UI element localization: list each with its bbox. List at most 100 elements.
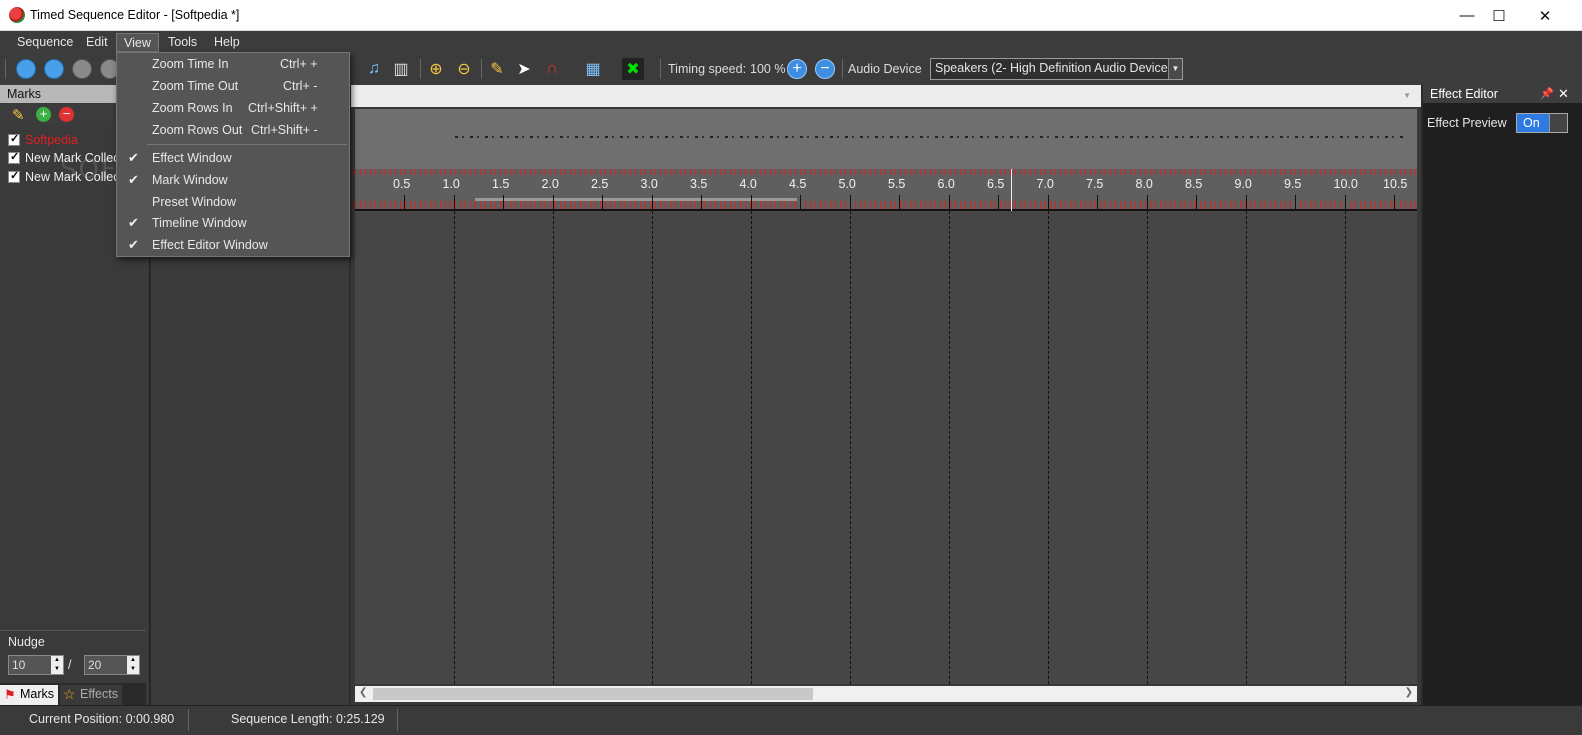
ruler-major-tick bbox=[503, 195, 504, 209]
effect-preview-label: Effect Preview bbox=[1427, 116, 1507, 130]
ruler-minor-ticks-top bbox=[355, 169, 1417, 175]
play-icon[interactable] bbox=[44, 59, 64, 79]
view-menu-dropdown: Zoom Time In Ctrl+ + Zoom Time Out Ctrl+… bbox=[116, 52, 350, 257]
timeline-grid[interactable] bbox=[355, 211, 1417, 684]
pencil-icon[interactable]: ✎ bbox=[486, 58, 508, 80]
star-icon: ☆ bbox=[63, 686, 76, 702]
speed-down-button[interactable]: − bbox=[815, 59, 835, 79]
ruler-tick-label: 8.5 bbox=[1185, 177, 1203, 191]
menu-item-zoom-time-out[interactable]: Zoom Time Out Ctrl+ - bbox=[117, 76, 349, 96]
scrollbar-thumb[interactable] bbox=[373, 688, 813, 700]
grid-line bbox=[552, 211, 554, 684]
pencil-icon[interactable]: ✎ bbox=[12, 106, 25, 124]
status-separator bbox=[397, 709, 398, 731]
app-icon bbox=[9, 7, 25, 23]
checkbox[interactable] bbox=[8, 150, 20, 164]
checkmark-icon: ✔ bbox=[128, 215, 139, 230]
effect-editor-panel: Effect Editor 📌 ✕ Effect Preview On bbox=[1423, 85, 1582, 705]
ruler-tick-label: 7.0 bbox=[1036, 177, 1054, 191]
window-title: Timed Sequence Editor - [Softpedia *] bbox=[30, 8, 240, 22]
horizontal-scrollbar[interactable]: ❮ ❯ bbox=[355, 686, 1417, 702]
ruler-tick-label: 6.0 bbox=[937, 177, 955, 191]
playback-range[interactable] bbox=[475, 198, 797, 201]
ruler-major-tick bbox=[1196, 195, 1197, 209]
tab-effects[interactable]: ☆ Effects bbox=[60, 685, 122, 705]
grid-line bbox=[750, 211, 752, 684]
stepper-arrows-icon[interactable]: ▲ ▼ bbox=[51, 656, 63, 674]
checkbox[interactable] bbox=[8, 169, 20, 183]
grid-icon[interactable]: ▦ bbox=[582, 58, 604, 80]
speed-up-button[interactable]: + bbox=[787, 59, 807, 79]
magnet-icon[interactable]: ∩ bbox=[541, 58, 563, 80]
menu-item-mark-window[interactable]: ✔ Mark Window bbox=[117, 170, 349, 190]
equalizer-icon[interactable]: ▥ bbox=[390, 58, 412, 80]
ruler-tick-label: 5.0 bbox=[838, 177, 856, 191]
menu-item-zoom-rows-in[interactable]: Zoom Rows In Ctrl+Shift+ + bbox=[117, 98, 349, 118]
time-ruler[interactable]: 0.5 1.0 1.5 2.0 2.5 3.0 3.5 4.0 4.5 5.0 5.5 6.0 6.5 7… bbox=[355, 169, 1417, 211]
nudge-stepper-2[interactable]: 20 ▲ ▼ bbox=[84, 655, 140, 675]
menu-help[interactable]: Help bbox=[207, 33, 247, 52]
nudge-stepper-1[interactable]: 10 ▲ ▼ bbox=[8, 655, 64, 675]
ruler-major-tick bbox=[404, 195, 405, 209]
ruler-major-tick bbox=[1295, 195, 1296, 209]
zoom-in-icon[interactable]: ⊕ bbox=[425, 58, 447, 80]
ruler-major-tick bbox=[998, 195, 999, 209]
zoom-out-icon[interactable]: ⊖ bbox=[453, 58, 475, 80]
chevron-down-icon[interactable]: ▼ bbox=[1168, 59, 1182, 79]
ruler-tick-label: 2.5 bbox=[591, 177, 609, 191]
toolbar-separator bbox=[660, 59, 661, 79]
mark-collection-name: Softpedia bbox=[25, 133, 78, 147]
ruler-major-tick bbox=[1097, 195, 1098, 209]
menu-tools[interactable]: Tools bbox=[161, 33, 204, 52]
chevron-right-icon[interactable]: ❯ bbox=[1405, 687, 1413, 698]
audio-device-select[interactable]: Speakers (2- High Definition Audio Devic… bbox=[930, 58, 1183, 80]
effect-preview-toggle[interactable]: On bbox=[1516, 113, 1568, 133]
model-preview-icon[interactable]: ✖ bbox=[622, 58, 644, 80]
nudge-value-2: 20 bbox=[88, 658, 102, 672]
menu-item-preset-window[interactable]: Preset Window bbox=[117, 192, 349, 212]
remove-icon[interactable]: − bbox=[59, 107, 74, 122]
close-button[interactable]: ✕ bbox=[1522, 0, 1568, 31]
stop-icon[interactable] bbox=[72, 59, 92, 79]
tab-marks[interactable]: ⚑ Marks bbox=[0, 685, 58, 705]
menu-view[interactable]: View bbox=[116, 33, 159, 52]
stepper-arrows-icon[interactable]: ▲ ▼ bbox=[127, 656, 139, 674]
checkbox[interactable] bbox=[8, 132, 20, 146]
cursor-icon[interactable]: ➤ bbox=[513, 58, 535, 80]
ruler-major-tick bbox=[701, 195, 702, 209]
menu-sequence[interactable]: Sequence bbox=[10, 33, 80, 52]
ruler-tick-label: 3.5 bbox=[690, 177, 708, 191]
menu-item-effect-window[interactable]: ✔ Effect Window bbox=[117, 148, 349, 168]
menu-item-zoom-rows-out[interactable]: Zoom Rows Out Ctrl+Shift+ - bbox=[117, 120, 349, 140]
toolbar-separator bbox=[420, 59, 421, 79]
ruler-tick-label: 10.0 bbox=[1333, 177, 1358, 191]
ruler-tick-label: 0.5 bbox=[393, 177, 411, 191]
menu-item-effect-editor-window[interactable]: ✔ Effect Editor Window bbox=[117, 235, 349, 255]
menu-item-zoom-time-in[interactable]: Zoom Time In Ctrl+ + bbox=[117, 54, 349, 74]
ruler-major-tick bbox=[602, 195, 603, 209]
divider bbox=[0, 630, 146, 631]
rewind-icon[interactable] bbox=[16, 59, 36, 79]
playhead[interactable] bbox=[1011, 169, 1012, 211]
chevron-left-icon[interactable]: ❮ bbox=[359, 687, 367, 698]
add-icon[interactable]: + bbox=[36, 107, 51, 122]
checkmark-icon: ✔ bbox=[128, 172, 139, 187]
music-note-icon[interactable]: ♫ bbox=[363, 58, 385, 80]
chevron-down-icon[interactable]: ▼ bbox=[1403, 91, 1411, 100]
tab-effects-label: Effects bbox=[80, 687, 118, 701]
nudge-separator: / bbox=[68, 658, 72, 672]
timeline-header: ▼ bbox=[351, 85, 1421, 107]
ruler-major-tick bbox=[1245, 195, 1247, 209]
ruler-major-tick bbox=[849, 195, 851, 209]
grid-line bbox=[849, 211, 851, 684]
ruler-tick-label: 4.0 bbox=[739, 177, 757, 191]
grid-line bbox=[1245, 211, 1247, 684]
maximize-button[interactable]: ☐ bbox=[1476, 0, 1522, 31]
menu-edit[interactable]: Edit bbox=[79, 33, 115, 52]
grid-line bbox=[651, 211, 653, 684]
close-icon[interactable]: ✕ bbox=[1558, 86, 1569, 102]
mark-collection-row[interactable]: Softpedia bbox=[8, 131, 78, 149]
pin-icon[interactable]: 📌 bbox=[1540, 87, 1554, 100]
waveform-area[interactable] bbox=[355, 109, 1417, 169]
menu-item-timeline-window[interactable]: ✔ Timeline Window bbox=[117, 213, 349, 233]
